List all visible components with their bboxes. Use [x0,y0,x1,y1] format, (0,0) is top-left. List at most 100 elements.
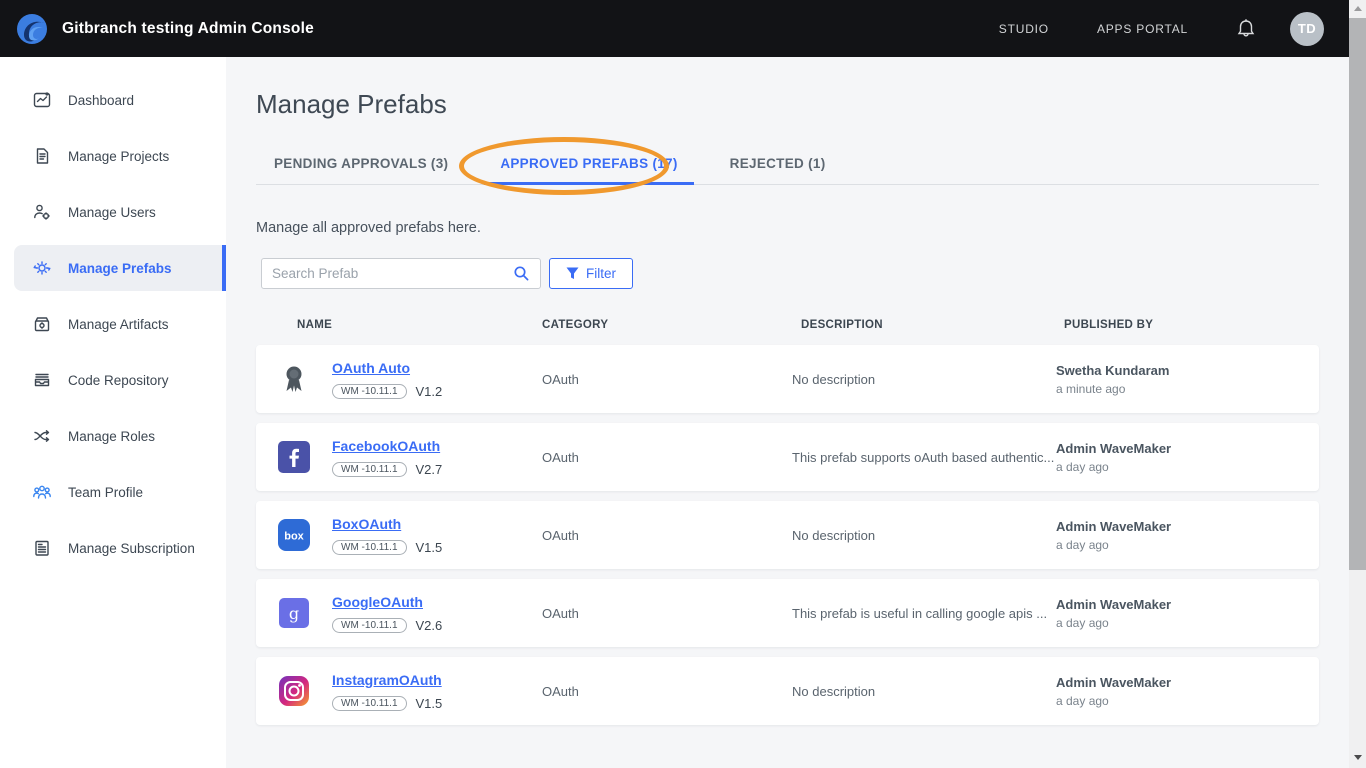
category-cell: OAuth [542,606,792,621]
platform-badge: WM -10.11.1 [332,462,407,477]
sidebar-item-label: Code Repository [68,373,169,388]
sidebar-item-label: Manage Projects [68,149,169,164]
version-label: V2.6 [416,618,443,633]
version-label: V1.5 [416,540,443,555]
sidebar-item-manage-projects[interactable]: Manage Projects [14,133,226,179]
name-cell: FacebookOAuth WM -10.11.1 V2.7 [332,438,542,477]
name-cell: GoogleOAuth WM -10.11.1 V2.6 [332,594,542,633]
prefab-name-link[interactable]: BoxOAuth [332,516,401,532]
published-time: a day ago [1056,460,1319,474]
scrollbar-up-arrow-icon[interactable] [1349,0,1366,17]
prefab-name-link[interactable]: OAuth Auto [332,360,410,376]
tab-rejected[interactable]: REJECTED (1) [728,146,828,184]
roles-icon [32,426,52,446]
sidebar-item-label: Manage Roles [68,429,155,444]
published-time: a day ago [1056,616,1319,630]
sidebar-item-label: Dashboard [68,93,134,108]
description-cell: No description [792,372,1056,387]
sidebar-item-manage-subscription[interactable]: Manage Subscription [14,525,226,571]
scrollbar-down-arrow-icon[interactable] [1349,749,1366,766]
tab-pending-approvals[interactable]: PENDING APPROVALS (3) [272,146,450,184]
prefab-name-link[interactable]: InstagramOAuth [332,672,442,688]
published-by-cell: Admin WaveMaker a day ago [1056,441,1319,474]
column-header-published-by: PUBLISHED BY [1060,319,1319,331]
projects-icon [32,146,52,166]
team-profile-icon [32,482,52,502]
wavemaker-logo-icon [14,11,50,47]
filter-button[interactable]: Filter [549,258,633,289]
platform-badge: WM -10.11.1 [332,384,407,399]
filter-funnel-icon [566,267,579,280]
medal-icon [256,363,332,395]
scrollbar-thumb[interactable] [1349,18,1366,570]
vertical-scrollbar[interactable] [1349,0,1366,768]
name-meta: WM -10.11.1 V2.6 [332,618,542,633]
brand: Gitbranch testing Admin Console [14,11,314,47]
admin-console-app: Gitbranch testing Admin Console STUDIO A… [0,0,1366,768]
version-label: V1.5 [416,696,443,711]
name-meta: WM -10.11.1 V1.5 [332,540,542,555]
instagram-icon [256,675,332,707]
box-icon: box [256,519,332,551]
svg-text:g: g [289,604,299,623]
sidebar-item-manage-prefabs[interactable]: Manage Prefabs [14,245,226,291]
publisher-name: Swetha Kundaram [1056,363,1319,378]
sidebar-item-manage-users[interactable]: Manage Users [14,189,226,235]
table-row: g GoogleOAuth WM -10.11.1 V2.6 OAuth Thi… [256,579,1319,647]
published-by-cell: Swetha Kundaram a minute ago [1056,363,1319,396]
name-meta: WM -10.11.1 V1.5 [332,696,542,711]
version-label: V1.2 [416,384,443,399]
sidebar-item-code-repository[interactable]: Code Repository [14,357,226,403]
prefab-name-link[interactable]: GoogleOAuth [332,594,423,610]
sidebar-item-label: Team Profile [68,485,143,500]
section-subtitle: Manage all approved prefabs here. [256,220,1319,236]
platform-badge: WM -10.11.1 [332,618,407,633]
column-header-name: NAME [256,319,542,331]
page-title: Manage Prefabs [256,89,1319,120]
filter-button-label: Filter [586,266,616,281]
publisher-name: Admin WaveMaker [1056,597,1319,612]
body: Dashboard Manage Projects [0,57,1349,768]
prefab-name-link[interactable]: FacebookOAuth [332,438,440,454]
sidebar-item-label: Manage Prefabs [68,261,172,276]
category-cell: OAuth [542,528,792,543]
sidebar-item-manage-roles[interactable]: Manage Roles [14,413,226,459]
dashboard-icon [32,90,52,110]
sidebar-item-manage-artifacts[interactable]: Manage Artifacts [14,301,226,347]
facebook-icon [256,441,332,473]
prefabs-table: NAME CATEGORY DESCRIPTION PUBLISHED BY [256,311,1319,725]
studio-link[interactable]: STUDIO [999,22,1049,36]
apps-portal-link[interactable]: APPS PORTAL [1097,22,1188,36]
category-cell: OAuth [542,450,792,465]
column-header-category: CATEGORY [542,319,792,331]
category-cell: OAuth [542,372,792,387]
sidebar-item-dashboard[interactable]: Dashboard [14,77,226,123]
description-cell: This prefab supports oAuth based authent… [792,450,1056,465]
published-time: a day ago [1056,694,1319,708]
table-row: InstagramOAuth WM -10.11.1 V1.5 OAuth No… [256,657,1319,725]
prefabs-icon [32,258,52,278]
published-by-cell: Admin WaveMaker a day ago [1056,519,1319,552]
search-input[interactable] [272,266,513,281]
column-header-description: DESCRIPTION [792,319,1060,331]
tab-approved-prefabs[interactable]: APPROVED PREFABS (17) [498,146,679,184]
name-meta: WM -10.11.1 V2.7 [332,462,542,477]
publisher-name: Admin WaveMaker [1056,519,1319,534]
published-by-cell: Admin WaveMaker a day ago [1056,597,1319,630]
search-icon[interactable] [513,265,530,282]
sidebar-item-team-profile[interactable]: Team Profile [14,469,226,515]
user-avatar[interactable]: TD [1290,12,1324,46]
sidebar-item-label: Manage Artifacts [68,317,169,332]
description-cell: No description [792,684,1056,699]
published-time: a day ago [1056,538,1319,552]
description-cell: No description [792,528,1056,543]
search-box [261,258,541,289]
published-by-cell: Admin WaveMaker a day ago [1056,675,1319,708]
platform-badge: WM -10.11.1 [332,540,407,555]
name-cell: BoxOAuth WM -10.11.1 V1.5 [332,516,542,555]
notifications-bell-icon[interactable] [1236,18,1256,40]
category-cell: OAuth [542,684,792,699]
app-title: Gitbranch testing Admin Console [62,20,314,38]
table-header: NAME CATEGORY DESCRIPTION PUBLISHED BY [256,311,1319,345]
publisher-name: Admin WaveMaker [1056,441,1319,456]
